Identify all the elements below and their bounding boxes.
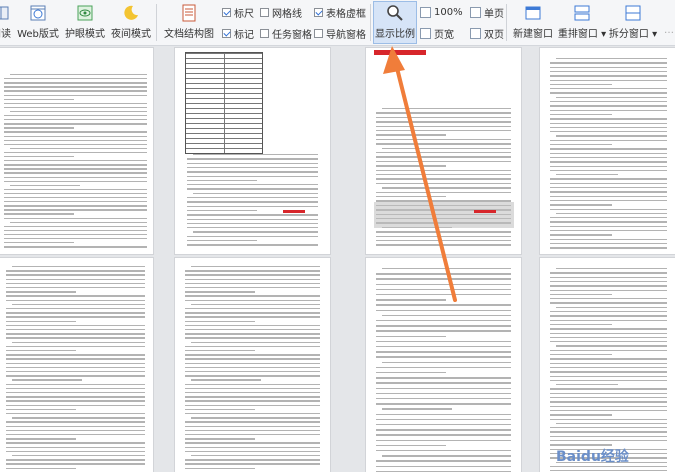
page-width-icon <box>420 27 431 39</box>
table-frame-label: 表格虚框 <box>326 8 366 20</box>
web-layout-button[interactable]: Web版式 <box>16 2 60 43</box>
arrange-window-button[interactable]: 重排窗口 ▾ <box>557 2 607 43</box>
zoom-100-label: 100% <box>434 6 463 18</box>
annotation-arrow <box>383 46 457 302</box>
split-window-label: 拆分窗口 ▾ <box>608 29 658 40</box>
new-window-icon <box>524 4 542 22</box>
new-window-label: 新建窗口 <box>513 29 553 40</box>
markup-label: 标记 <box>234 29 254 41</box>
nav-pane-checkbox[interactable]: 导航窗格 <box>314 26 366 41</box>
gridline-label: 网格线 <box>272 8 302 20</box>
single-page-button[interactable]: 单页 <box>470 5 504 20</box>
single-page-label: 单页 <box>484 8 504 20</box>
arrange-window-icon <box>573 4 591 22</box>
document-area[interactable]: Baidu经验 <box>0 46 675 472</box>
checkbox-box <box>314 7 323 17</box>
new-window-button[interactable]: 新建窗口 <box>511 2 555 43</box>
night-mode-label: 夜间模式 <box>111 29 151 40</box>
more-icon <box>660 4 675 22</box>
web-layout-icon <box>29 4 47 22</box>
split-window-button[interactable]: 拆分窗口 ▾ <box>608 2 658 43</box>
read-mode-button[interactable]: 阅读 <box>0 2 16 43</box>
table-frame-checkbox[interactable]: 表格虚框 <box>314 5 366 20</box>
separator <box>506 4 507 41</box>
arrange-window-label: 重排窗口 ▾ <box>557 29 607 40</box>
more-label: … <box>664 25 674 36</box>
read-mode-icon <box>0 4 10 22</box>
doc-structure-icon <box>180 4 198 22</box>
separator <box>370 4 371 41</box>
checkbox-box <box>260 28 269 38</box>
night-mode-icon <box>122 4 140 22</box>
two-pages-icon <box>470 27 481 39</box>
ruler-checkbox[interactable]: 标尺 <box>222 5 254 20</box>
nav-pane-label: 导航窗格 <box>326 29 366 41</box>
zoom-ratio-button[interactable]: 显示比例 <box>373 1 417 44</box>
zoom-100-icon <box>420 6 431 18</box>
eye-protect-label: 护眼模式 <box>65 29 105 40</box>
page-width-button[interactable]: 页宽 <box>420 26 454 41</box>
markup-checkbox[interactable]: 标记 <box>222 26 254 41</box>
eye-protect-icon <box>76 4 94 22</box>
two-pages-button[interactable]: 双页 <box>470 26 504 41</box>
split-window-icon <box>624 4 642 22</box>
doc-structure-label: 文档结构图 <box>164 29 214 40</box>
eye-protect-button[interactable]: 护眼模式 <box>62 2 108 43</box>
checkbox-box <box>314 28 323 38</box>
watermark: Baidu经验 <box>556 449 629 465</box>
checkbox-box <box>222 7 231 17</box>
zoom-100-button[interactable]: 100% <box>420 5 463 19</box>
web-layout-label: Web版式 <box>17 29 59 40</box>
zoom-ratio-label: 显示比例 <box>375 29 415 40</box>
more-button[interactable]: … <box>662 2 675 43</box>
page-width-label: 页宽 <box>434 29 454 41</box>
task-pane-checkbox[interactable]: 任务窗格 <box>260 26 312 41</box>
checkbox-box <box>222 28 231 38</box>
doc-structure-button[interactable]: 文档结构图 <box>160 2 218 43</box>
night-mode-button[interactable]: 夜间模式 <box>108 2 154 43</box>
ruler-label: 标尺 <box>234 8 254 20</box>
gridline-checkbox[interactable]: 网格线 <box>260 5 302 20</box>
ribbon-toolbar: 阅读 Web版式 护眼模式 夜间模式 文档结构图 标尺 网格线 表格虚框 标记 <box>0 0 675 46</box>
checkbox-box <box>260 7 269 17</box>
single-page-icon <box>470 6 481 18</box>
two-pages-label: 双页 <box>484 29 504 41</box>
separator <box>156 4 157 41</box>
read-mode-label: 阅读 <box>0 29 11 40</box>
task-pane-label: 任务窗格 <box>272 29 312 41</box>
zoom-magnifier-icon <box>386 4 404 22</box>
